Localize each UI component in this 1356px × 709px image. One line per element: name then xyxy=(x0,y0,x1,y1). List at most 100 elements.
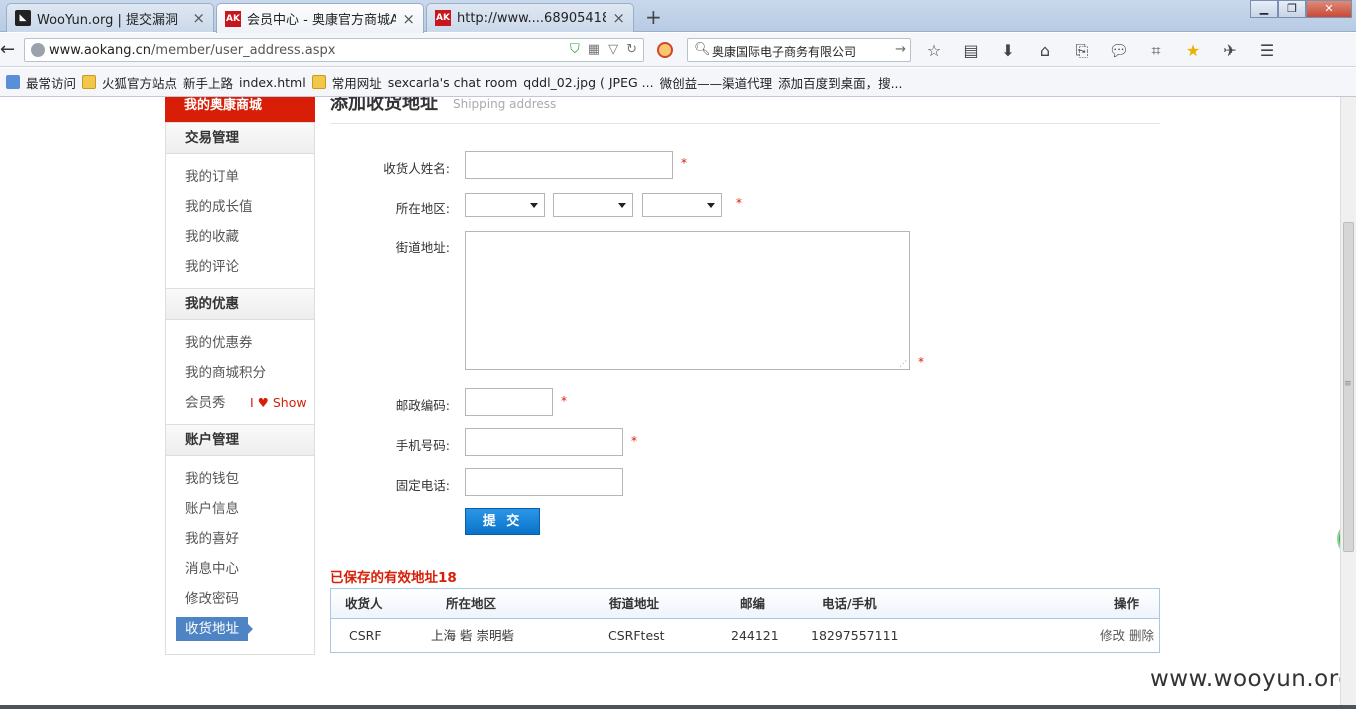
home-icon[interactable]: ⌂ xyxy=(1033,41,1057,61)
close-tab-icon[interactable]: × xyxy=(192,9,205,27)
chat-icon[interactable]: 💬︎ xyxy=(1107,41,1131,61)
bookmark-icon xyxy=(6,75,20,89)
tab-member-center[interactable]: AK 会员中心 - 奥康官方商城A... × xyxy=(216,3,424,33)
sidebar-item-member-show[interactable]: 会员秀 I ♥ Show xyxy=(166,388,314,418)
bookmark-star-icon[interactable]: ☆ xyxy=(922,41,946,61)
sidebar-item-points[interactable]: 我的商城积分 xyxy=(166,358,314,388)
saved-addresses-title: 已保存的有效地址18 xyxy=(330,570,457,586)
bookmark-item[interactable]: 常用网址 xyxy=(311,73,382,92)
tab-title: 会员中心 - 奥康官方商城A... xyxy=(247,13,397,28)
crop-icon[interactable]: ⌗ xyxy=(1144,41,1168,61)
mobile-input[interactable] xyxy=(465,428,623,456)
bookmarks-toolbar: 最常访问 火狐官方站点 新手上路 index.html 常用网址 sexcarl… xyxy=(0,68,1356,179)
bookmark-label: 新手上路 xyxy=(183,75,234,91)
title-divider xyxy=(330,123,1160,124)
district-select[interactable] xyxy=(642,193,722,217)
folder-icon xyxy=(82,75,97,89)
search-query: 奥康国际电子商务有限公司 xyxy=(712,45,857,59)
close-tab-icon[interactable]: × xyxy=(402,10,415,28)
close-tab-icon[interactable]: × xyxy=(612,9,625,27)
dropdown-arrow-icon xyxy=(707,203,715,208)
cell-actions: 修改 删除 xyxy=(1096,619,1154,652)
address-bar[interactable]: www.aokang.cn/member/user_address.aspx ⛉… xyxy=(24,38,644,62)
sidebar-item-favorites[interactable]: 我的收藏 xyxy=(166,222,314,252)
aokang-favicon-icon: AK xyxy=(225,10,241,27)
sidebar-item-orders[interactable]: 我的订单 xyxy=(166,162,314,192)
bookmark-item[interactable]: 微创益——渠道代理 xyxy=(0,73,772,179)
column-header: 操作 xyxy=(1114,596,1140,611)
sidebar-item-label: 收货地址 xyxy=(176,617,253,641)
sidebar-section-account: 账户管理 xyxy=(166,424,314,456)
bookmark-label: index.html xyxy=(239,74,306,90)
bookmark-label: sexcarla's chat room xyxy=(387,74,518,90)
sidebar-item-address[interactable]: 收货地址 xyxy=(166,614,314,644)
status-strip xyxy=(0,705,1356,709)
sidebar-item-growth[interactable]: 我的成长值 xyxy=(166,192,314,222)
province-select[interactable] xyxy=(465,193,545,217)
required-mark: * xyxy=(736,196,742,210)
sidebar-section-offers: 我的优惠 xyxy=(166,288,314,320)
bookmark-item[interactable]: qddl_02.jpg ( JPEG ... xyxy=(0,75,654,179)
tab-title: http://www....6890541807 xyxy=(457,10,607,26)
edit-link[interactable]: 修改 xyxy=(1100,628,1125,643)
sidebar-brand[interactable]: 我的奥康商城 xyxy=(165,97,315,122)
street-address-textarea[interactable]: ⋰ xyxy=(465,231,910,370)
window-controls: ▁ ❐ ✕ xyxy=(1250,0,1352,18)
receiver-name-input[interactable] xyxy=(465,151,673,179)
show-badge: I ♥ Show xyxy=(250,395,307,410)
dropdown-arrow-icon xyxy=(618,203,626,208)
sidebar-item-change-password[interactable]: 修改密码 xyxy=(166,584,314,614)
qr-code-icon[interactable]: ▦ xyxy=(588,42,600,57)
dropdown-arrow-icon xyxy=(530,203,538,208)
city-select[interactable] xyxy=(553,193,633,217)
download-icon[interactable]: ⬇ xyxy=(996,41,1020,61)
bookmark-label: 火狐官方站点 xyxy=(102,75,178,91)
postcode-label: 邮政编码: xyxy=(395,398,450,413)
bookmark-item[interactable]: 添加百度到桌面，搜... xyxy=(0,73,903,179)
bookmark-item[interactable]: 最常访问 xyxy=(6,73,76,92)
sidebar-item-preferences[interactable]: 我的喜好 xyxy=(166,524,314,554)
share-icon[interactable]: ⎘ xyxy=(1070,41,1094,61)
watermark: www.wooyun.org xyxy=(1150,666,1340,692)
bookmark-item[interactable]: sexcarla's chat room xyxy=(0,74,518,179)
close-window-button[interactable]: ✕ xyxy=(1306,0,1352,18)
sidebar-item-account-info[interactable]: 账户信息 xyxy=(166,494,314,524)
resize-grip-icon[interactable]: ⋰ xyxy=(899,359,907,368)
reload-icon[interactable]: ↻ xyxy=(626,42,637,57)
search-field[interactable]: 🔍︎ 奥康国际电子商务有限公司 → xyxy=(687,38,911,62)
bookmark-item[interactable]: 火狐官方站点 xyxy=(82,73,177,92)
bookmark-item[interactable]: index.html xyxy=(0,74,306,179)
satellite-icon[interactable]: ✈ xyxy=(1218,41,1242,61)
minimize-button[interactable]: ▁ xyxy=(1250,0,1278,18)
tab-title: WooYun.org | 提交漏洞 xyxy=(37,12,179,28)
bookmark-item[interactable]: 新手上路 xyxy=(0,73,234,179)
search-go-arrow-icon[interactable]: → xyxy=(895,42,906,57)
column-header: 收货人 xyxy=(345,596,383,611)
tab-wooyun[interactable]: ◣ WooYun.org | 提交漏洞 × xyxy=(6,3,214,32)
required-mark: * xyxy=(561,394,567,408)
sidebar-item-wallet[interactable]: 我的钱包 xyxy=(166,464,314,494)
submit-button[interactable]: 提 交 xyxy=(465,508,540,535)
addon-star-icon[interactable]: ★ xyxy=(1181,41,1205,61)
menu-icon[interactable]: ☰ xyxy=(1255,41,1279,61)
search-icon: 🔍︎ xyxy=(694,42,711,57)
region-label: 所在地区: xyxy=(395,201,450,216)
reading-list-icon[interactable]: ▤ xyxy=(959,41,983,61)
dropdown-arrow-icon[interactable]: ▽ xyxy=(608,42,618,57)
sidebar-item-label: 会员秀 xyxy=(185,395,226,411)
vertical-scrollbar[interactable]: ≡ xyxy=(1340,97,1356,705)
delete-link[interactable]: 删除 xyxy=(1129,628,1154,643)
tab-aokang-url[interactable]: AK http://www....6890541807 × xyxy=(426,3,634,32)
postcode-input[interactable] xyxy=(465,388,553,416)
aokang-favicon-icon: AK xyxy=(435,10,451,26)
shield-icon[interactable]: ⛉ xyxy=(570,42,580,57)
sidebar-item-reviews[interactable]: 我的评论 xyxy=(166,252,314,282)
new-tab-button[interactable]: + xyxy=(645,5,662,29)
back-arrow-icon[interactable]: ← xyxy=(0,37,22,63)
adblock-icon[interactable] xyxy=(657,42,673,58)
sidebar-item-messages[interactable]: 消息中心 xyxy=(166,554,314,584)
required-mark: * xyxy=(681,156,687,170)
landline-input[interactable] xyxy=(465,468,623,496)
sidebar-item-coupons[interactable]: 我的优惠券 xyxy=(166,328,314,358)
maximize-button[interactable]: ❐ xyxy=(1278,0,1306,18)
